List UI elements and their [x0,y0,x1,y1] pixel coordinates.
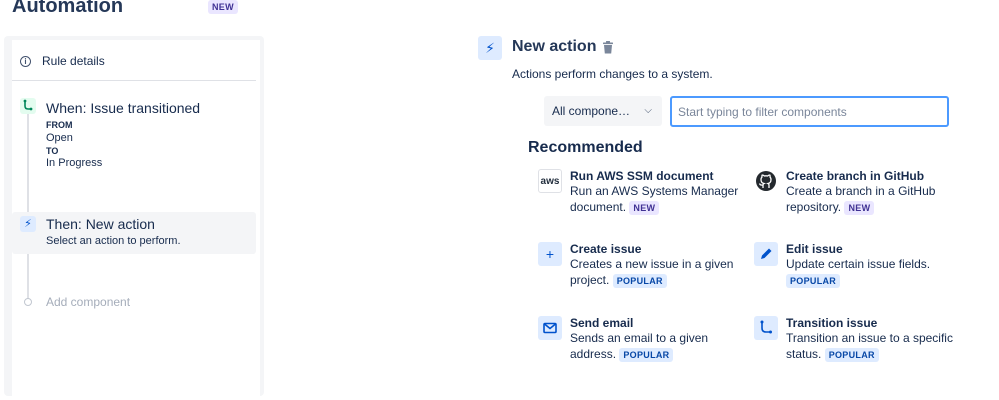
to-value: In Progress [46,157,103,169]
from-label: FROM [46,120,73,130]
component-type-select[interactable]: All compone… ⌵ [544,96,662,126]
timeline-line [27,110,29,305]
popular-badge: POPULAR [824,348,879,362]
transition-icon [754,316,778,340]
card-description: Creates a new issue in a given project. … [570,257,734,288]
card-title: Transition issue [786,316,878,330]
then-step-subtitle: Select an action to perform. [46,235,181,247]
card-description: Update certain issue fields. POPULAR [786,257,931,288]
popular-badge: POPULAR [619,348,674,362]
divider [12,80,256,81]
card-title: Send email [570,316,634,330]
add-component-link[interactable]: Add component [46,295,130,309]
info-icon: i [20,56,31,68]
card-transition-issue[interactable]: Transition issue Transition an issue to … [754,316,954,362]
add-component-dot [24,298,32,306]
rule-panel-inner: i Rule details When: Issue transitioned F… [12,40,260,400]
card-edit-issue[interactable]: Edit issue Update certain issue fields. P… [754,242,954,288]
envelope-icon [538,316,562,340]
card-description: Run an AWS Systems Manager document. NEW [570,184,739,215]
trash-icon[interactable] [602,41,614,54]
from-value: Open [46,132,73,144]
new-badge: NEW [844,201,875,215]
then-step-title: Then: New action [46,216,155,232]
aws-icon: aws [538,169,562,193]
card-create-issue[interactable]: + Create issue Creates a new issue in a … [538,242,738,288]
card-description: Create a branch in a GitHub repository. … [786,184,936,215]
card-title: Create issue [570,242,642,256]
lightning-icon: ⚡︎ [478,36,502,60]
new-badge: NEW [629,201,660,215]
rule-details-label: Rule details [42,54,105,68]
card-title: Run AWS SSM document [570,169,714,183]
popular-badge: POPULAR [612,274,667,288]
card-send-email[interactable]: Send email Sends an email to a given add… [538,316,738,362]
select-value: All compone… [552,104,631,118]
lightning-icon: ⚡︎ [20,216,36,232]
page-title: Automation [12,0,124,17]
to-label: TO [46,146,59,156]
card-create-branch-github[interactable]: Create branch in GitHub Create a branch … [754,169,954,215]
pencil-icon [754,242,778,266]
card-run-aws-ssm[interactable]: aws Run AWS SSM document Run an AWS Syst… [538,169,738,215]
action-description: Actions perform changes to a system. [512,67,713,81]
card-title: Create branch in GitHub [786,169,925,183]
popular-badge: POPULAR [786,274,841,288]
rule-details-link[interactable]: i Rule details [20,54,105,68]
recommended-heading: Recommended [528,139,643,156]
card-description: Sends an email to a given address. POPUL… [570,331,709,362]
when-step-title[interactable]: When: Issue transitioned [46,100,200,116]
new-badge: NEW [208,0,238,14]
action-title: New action [512,38,597,55]
card-description: Transition an issue to a specific status… [786,331,953,362]
chevron-down-icon: ⌵ [644,105,652,116]
branch-icon [20,98,36,114]
card-title: Edit issue [786,242,843,256]
filter-input[interactable] [670,96,949,127]
rule-panel: i Rule details When: Issue transitioned F… [4,36,264,400]
plus-icon: + [538,242,562,266]
github-icon [754,169,778,193]
